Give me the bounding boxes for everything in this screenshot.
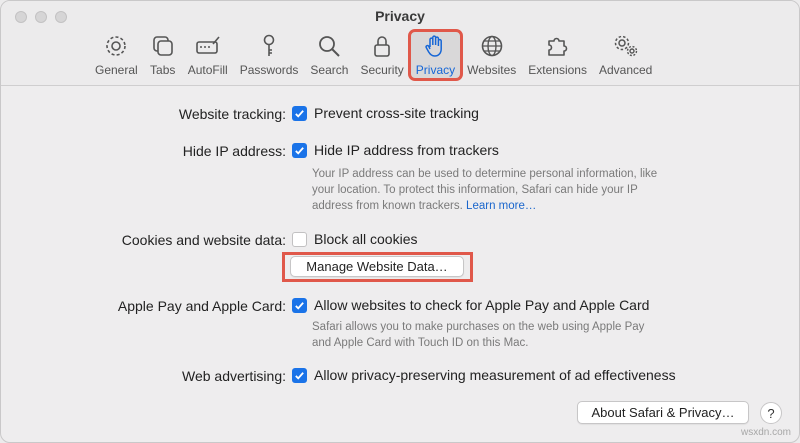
about-safari-privacy-button[interactable]: About Safari & Privacy…	[577, 401, 749, 424]
manage-website-data-button[interactable]: Manage Website Data…	[290, 256, 464, 277]
preferences-toolbar: General Tabs AutoFill Passwords Search S…	[89, 29, 658, 81]
tab-label: AutoFill	[187, 63, 228, 77]
prevent-tracking-option[interactable]: Prevent cross-site tracking	[292, 105, 479, 121]
apple-pay-checkbox[interactable]	[292, 297, 307, 313]
lock-icon	[374, 36, 390, 57]
tab-label: Search	[310, 63, 349, 77]
hide-ip-text: Hide IP address from trackers	[314, 142, 499, 158]
puzzle-icon	[547, 37, 567, 56]
hand-icon	[425, 35, 443, 57]
tab-tabs[interactable]: Tabs	[144, 31, 182, 79]
apple-pay-description: Safari allows you to make purchases on t…	[312, 319, 692, 351]
globe-icon	[481, 35, 503, 57]
titlebar: Privacy General Tabs AutoFill Passwords …	[1, 1, 799, 86]
hide-ip-label: Hide IP address:	[182, 143, 286, 159]
learn-more-link[interactable]: Learn more…	[466, 200, 536, 212]
tab-search[interactable]: Search	[304, 31, 354, 79]
hide-ip-desc-line: your location. To protect this informati…	[312, 184, 638, 196]
tab-security[interactable]: Security	[354, 31, 409, 79]
tab-label: Advanced	[598, 63, 653, 77]
cookies-label: Cookies and website data:	[121, 232, 286, 248]
checkmark-icon	[295, 301, 304, 310]
search-icon	[319, 36, 341, 57]
prevent-tracking-checkbox[interactable]	[292, 105, 307, 121]
block-cookies-text: Block all cookies	[314, 231, 418, 247]
checkmark-icon	[295, 371, 304, 380]
prevent-tracking-text: Prevent cross-site tracking	[314, 105, 479, 121]
key-icon	[263, 34, 275, 56]
apple-pay-text: Allow websites to check for Apple Pay an…	[314, 297, 650, 313]
block-cookies-option[interactable]: Block all cookies	[292, 231, 418, 247]
gears-icon	[614, 35, 637, 57]
hide-ip-desc-line: Your IP address can be used to determine…	[312, 168, 658, 180]
hide-ip-desc-line: address from known trackers. Learn more…	[312, 198, 692, 214]
tab-label: General	[95, 63, 138, 77]
hide-ip-desc-text: address from known trackers.	[312, 200, 463, 212]
tab-privacy[interactable]: Privacy	[407, 29, 464, 81]
website-tracking-label: Website tracking:	[178, 106, 286, 122]
window-title: Privacy	[375, 8, 425, 24]
autofill-icon	[195, 36, 220, 54]
apple-pay-label: Apple Pay and Apple Card:	[117, 298, 286, 314]
tab-websites[interactable]: Websites	[461, 31, 522, 79]
safari-preferences-window: Privacy General Tabs AutoFill Passwords …	[0, 0, 800, 443]
checkmark-icon	[295, 146, 304, 155]
hide-ip-description: Your IP address can be used to determine…	[312, 166, 692, 214]
web-advertising-label: Web advertising:	[181, 368, 286, 384]
tab-label: Websites	[467, 63, 517, 77]
tab-label: Passwords	[239, 63, 299, 77]
apple-pay-option[interactable]: Allow websites to check for Apple Pay an…	[292, 297, 649, 313]
ad-measurement-checkbox[interactable]	[292, 367, 307, 383]
tab-passwords[interactable]: Passwords	[234, 31, 305, 79]
ad-measurement-option[interactable]: Allow privacy-preserving measurement of …	[292, 367, 676, 383]
tab-label: Tabs	[150, 63, 176, 77]
tab-label: Privacy	[415, 63, 456, 77]
apple-pay-desc-line: and Apple Card with Touch ID on this Mac…	[312, 337, 529, 349]
tab-label: Extensions	[528, 63, 587, 77]
tabs-icon	[152, 36, 173, 56]
ad-measurement-text: Allow privacy-preserving measurement of …	[314, 367, 676, 383]
tab-extensions[interactable]: Extensions	[522, 31, 593, 79]
checkmark-icon	[295, 109, 304, 118]
tab-label: Security	[360, 63, 404, 77]
help-button[interactable]: ?	[760, 402, 782, 424]
watermark: wsxdn.com	[740, 427, 791, 438]
tab-advanced[interactable]: Advanced	[593, 31, 658, 79]
block-cookies-checkbox[interactable]	[292, 231, 307, 247]
tab-autofill[interactable]: AutoFill	[182, 31, 234, 79]
privacy-settings-pane: Website tracking: Prevent cross-site tra…	[1, 86, 799, 442]
tab-general[interactable]: General	[89, 31, 144, 79]
apple-pay-desc-line: Safari allows you to make purchases on t…	[312, 321, 645, 333]
hide-ip-checkbox[interactable]	[292, 142, 307, 158]
gear-icon	[106, 36, 127, 56]
hide-ip-option[interactable]: Hide IP address from trackers	[292, 142, 499, 158]
